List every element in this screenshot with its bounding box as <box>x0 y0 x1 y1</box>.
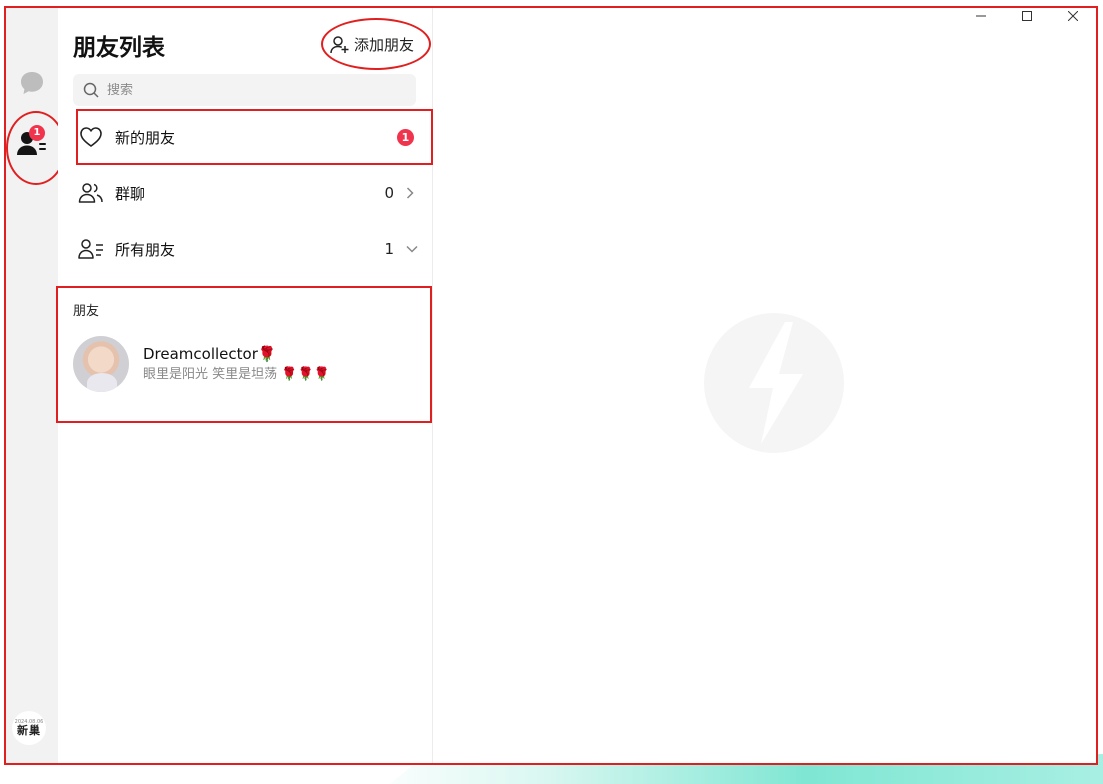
lightning-watermark-icon <box>704 313 844 453</box>
minimize-icon <box>976 15 986 17</box>
close-icon <box>1068 11 1078 21</box>
friend-bio: 眼里是阳光 笑里是坦荡 🌹🌹🌹 <box>143 367 330 382</box>
friend-name: Dreamcollector🌹 <box>143 345 277 363</box>
chevron-right-icon <box>406 187 414 199</box>
new-friends-badge: 1 <box>397 128 414 146</box>
chevron-down-icon <box>406 245 418 253</box>
new-friends-label: 新的朋友 <box>115 128 176 147</box>
logo-text: 新巢 <box>17 724 41 737</box>
new-friends-row[interactable]: 新的朋友 1 <box>73 112 418 162</box>
search-icon <box>83 82 99 98</box>
friend-list-item[interactable]: Dreamcollector🌹 眼里是阳光 笑里是坦荡 🌹🌹🌹 <box>73 334 413 394</box>
nav-chats[interactable] <box>6 60 58 106</box>
add-user-icon <box>330 35 349 53</box>
search-input[interactable] <box>107 82 397 98</box>
app-logo[interactable]: 2024.08.06 新巢 <box>12 711 46 745</box>
close-button[interactable] <box>1050 8 1096 24</box>
app-window: 1 2024.08.06 新巢 朋友列表 添加朋友 搜索 新的朋友 1 群聊 0… <box>4 6 1098 765</box>
maximize-button[interactable] <box>1004 8 1050 24</box>
group-icon <box>78 183 103 203</box>
friend-list-panel: 朋友列表 添加朋友 新的朋友 1 <box>56 8 433 763</box>
content-area <box>434 8 1096 763</box>
window-controls <box>958 8 1096 24</box>
minimize-button[interactable] <box>958 8 1004 24</box>
nav-rail: 1 2024.08.06 新巢 <box>6 8 66 763</box>
all-friends-row[interactable]: 所有朋友 1 <box>73 224 418 274</box>
heart-icon <box>80 127 102 147</box>
friends-notification-badge: 1 <box>29 125 45 141</box>
group-chats-count: 0 <box>384 184 394 202</box>
friend-list-icon <box>78 239 103 259</box>
friends-section-title: 朋友 <box>73 304 100 319</box>
maximize-icon <box>1022 11 1032 21</box>
group-chats-label: 群聊 <box>115 184 146 203</box>
avatar <box>73 336 129 392</box>
group-chats-row[interactable]: 群聊 0 <box>73 168 418 218</box>
add-friend-label: 添加朋友 <box>354 36 415 54</box>
chat-bubble-icon <box>21 72 43 94</box>
page-title: 朋友列表 <box>73 35 165 61</box>
search-box[interactable] <box>73 74 416 106</box>
all-friends-label: 所有朋友 <box>115 240 176 259</box>
add-friend-button[interactable]: 添加朋友 <box>330 34 414 55</box>
friends-section: 朋友 Dreamcollector🌹 眼里是阳光 笑里是坦荡 🌹🌹🌹 <box>56 286 432 423</box>
all-friends-count: 1 <box>384 240 394 258</box>
